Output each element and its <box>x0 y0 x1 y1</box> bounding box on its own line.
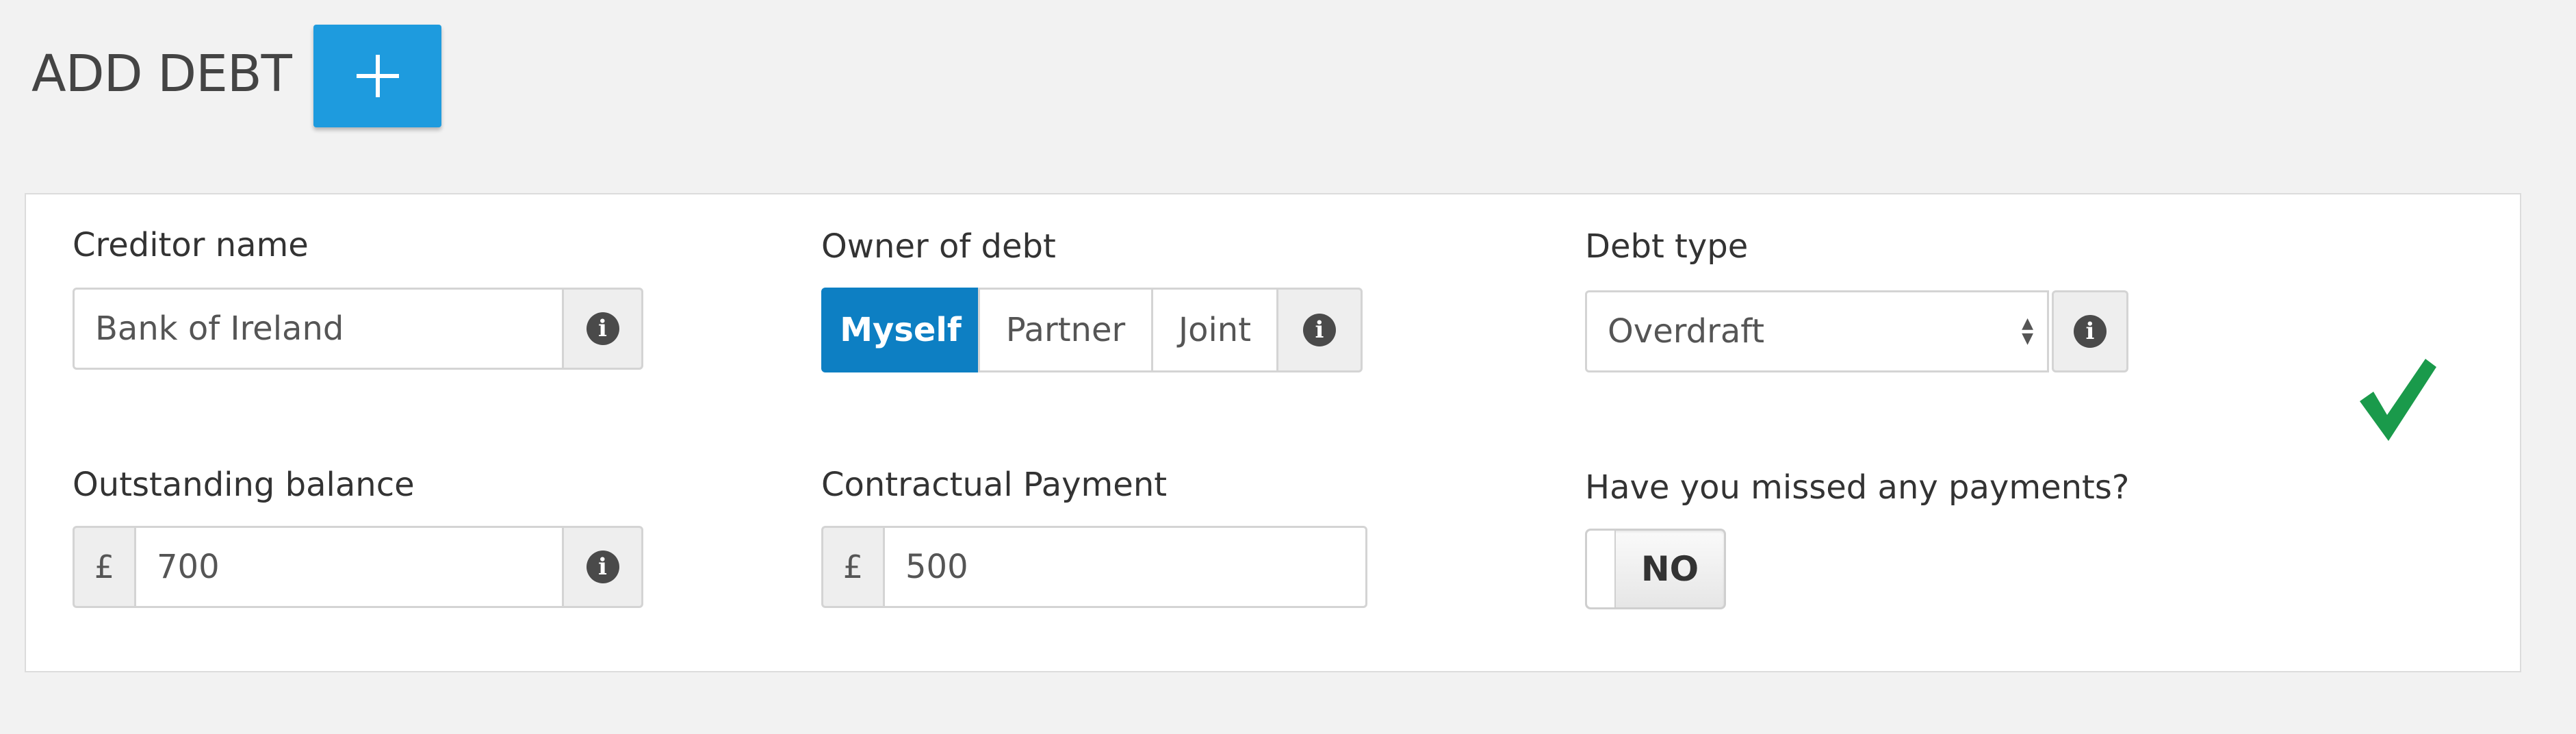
outstanding-balance-label: Outstanding balance <box>73 466 415 504</box>
currency-symbol: £ <box>73 526 134 608</box>
debt-type-select[interactable]: Overdraft ▲ ▼ <box>1585 290 2049 372</box>
toggle-knob <box>1587 531 1616 607</box>
contractual-payment-label: Contractual Payment <box>821 466 1168 504</box>
creditor-name-label: Creditor name <box>73 226 309 264</box>
creditor-name-group: Bank of Ireland i <box>73 288 643 370</box>
owner-of-debt-segmented-control: Myself Partner Joint i <box>821 288 1363 372</box>
checkmark-icon <box>2360 359 2436 441</box>
owner-of-debt-label: Owner of debt <box>821 227 1056 266</box>
owner-option-joint[interactable]: Joint <box>1151 288 1278 372</box>
debt-type-group: Overdraft ▲ ▼ i <box>1585 290 2128 372</box>
select-arrows-icon: ▲ ▼ <box>2022 315 2033 347</box>
plus-icon <box>356 55 399 97</box>
debt-form-card: Creditor name Bank of Ireland i Owner of… <box>25 193 2521 672</box>
info-icon: i <box>2074 315 2107 348</box>
page-title: ADD DEBT <box>31 45 292 103</box>
outstanding-balance-input[interactable]: 700 <box>134 526 564 608</box>
info-icon: i <box>586 550 619 583</box>
contractual-payment-input[interactable]: 500 <box>883 526 1367 608</box>
currency-symbol: £ <box>821 526 883 608</box>
missed-payments-toggle[interactable]: NO <box>1585 529 1726 609</box>
missed-payments-label: Have you missed any payments? <box>1585 468 2130 507</box>
info-icon: i <box>586 312 619 345</box>
owner-of-debt-info-button[interactable]: i <box>1276 288 1363 372</box>
creditor-name-input[interactable]: Bank of Ireland <box>73 288 564 370</box>
contractual-payment-group: £ 500 <box>821 526 1367 608</box>
debt-type-selected-value: Overdraft <box>1608 312 1765 351</box>
debt-type-label: Debt type <box>1585 227 1749 266</box>
owner-option-partner[interactable]: Partner <box>978 288 1153 372</box>
outstanding-balance-info-button[interactable]: i <box>564 526 643 608</box>
outstanding-balance-group: £ 700 i <box>73 526 643 608</box>
owner-option-myself[interactable]: Myself <box>821 288 980 372</box>
debt-type-info-button[interactable]: i <box>2052 290 2128 372</box>
add-debt-button[interactable] <box>313 25 441 127</box>
info-icon: i <box>1303 314 1336 346</box>
creditor-name-info-button[interactable]: i <box>564 288 643 370</box>
toggle-value: NO <box>1640 549 1699 589</box>
